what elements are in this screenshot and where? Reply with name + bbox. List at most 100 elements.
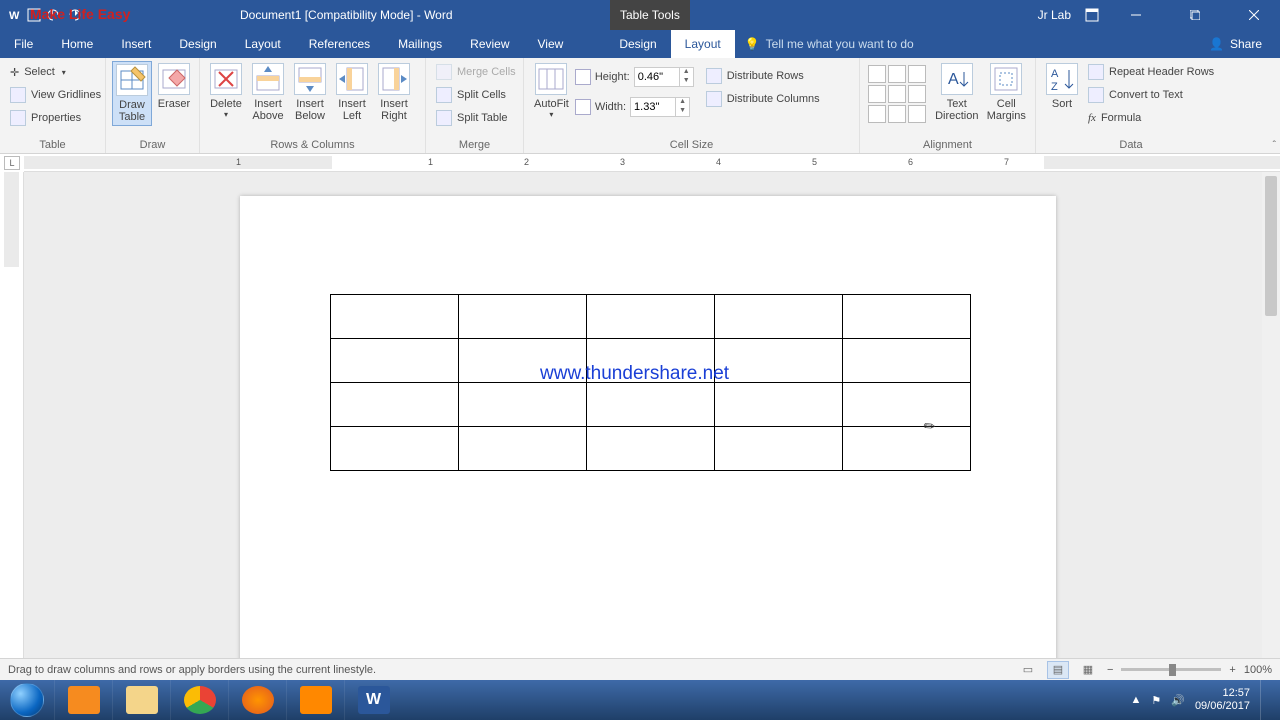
overlay-branding: Make Life Easy	[30, 6, 130, 22]
share-icon: 👤	[1209, 37, 1224, 51]
group-label-cellsize: Cell Size	[530, 138, 853, 153]
vertical-ruler[interactable]	[0, 172, 24, 680]
tab-view[interactable]: View	[524, 30, 578, 58]
split-table-icon	[436, 110, 452, 126]
show-desktop-button[interactable]	[1260, 680, 1274, 720]
tab-references[interactable]: References	[295, 30, 384, 58]
insert-left-button[interactable]: Insert Left	[332, 61, 372, 124]
align-bl[interactable]	[868, 105, 886, 123]
draw-table-button[interactable]: Draw Table	[112, 61, 152, 126]
scrollbar-thumb[interactable]	[1265, 176, 1277, 316]
zoom-level[interactable]: 100%	[1244, 664, 1272, 676]
repeat-header-rows-button[interactable]: Repeat Header Rows	[1084, 61, 1218, 83]
zoom-in-button[interactable]: +	[1229, 664, 1235, 676]
height-down[interactable]: ▼	[679, 77, 693, 86]
taskbar-mediaplayer[interactable]	[54, 680, 112, 720]
align-tr[interactable]	[908, 65, 926, 83]
tell-me-search[interactable]: 💡 Tell me what you want to do	[735, 30, 924, 58]
print-layout-button[interactable]: ▤	[1047, 661, 1069, 679]
sort-icon: AZ	[1046, 63, 1078, 95]
distribute-rows-button[interactable]: Distribute Rows	[702, 65, 824, 87]
taskbar-vlc[interactable]	[286, 680, 344, 720]
tab-file[interactable]: File	[0, 30, 47, 58]
align-tl[interactable]	[868, 65, 886, 83]
align-tc[interactable]	[888, 65, 906, 83]
tab-layout[interactable]: Layout	[231, 30, 295, 58]
taskbar-word[interactable]: W	[344, 680, 402, 720]
tab-home[interactable]: Home	[47, 30, 107, 58]
height-input[interactable]: ▲▼	[634, 67, 694, 87]
cell-margins-icon	[990, 63, 1022, 95]
vertical-scrollbar[interactable]	[1262, 172, 1280, 680]
share-button[interactable]: 👤 Share	[1191, 30, 1280, 58]
align-ml[interactable]	[868, 85, 886, 103]
tray-flag-icon[interactable]: ⚑	[1151, 694, 1161, 707]
page[interactable]: www.thundershare.net	[240, 196, 1056, 680]
document-canvas[interactable]: www.thundershare.net ✎	[24, 172, 1280, 680]
collapse-ribbon-button[interactable]: ˆ	[1273, 140, 1276, 151]
merge-cells-button[interactable]: Merge Cells	[432, 61, 520, 83]
taskbar-firefox[interactable]	[228, 680, 286, 720]
align-mr[interactable]	[908, 85, 926, 103]
formula-button[interactable]: fxFormula	[1084, 107, 1218, 129]
tray-volume-icon[interactable]: 🔊	[1171, 694, 1185, 707]
tab-mailings[interactable]: Mailings	[384, 30, 456, 58]
close-button[interactable]	[1231, 0, 1276, 30]
sort-button[interactable]: AZSort	[1042, 61, 1082, 112]
convert-to-text-button[interactable]: Convert to Text	[1084, 84, 1218, 106]
eraser-button[interactable]: Eraser	[154, 61, 194, 112]
distribute-columns-button[interactable]: Distribute Columns	[702, 88, 824, 110]
ribbon-display-icon[interactable]	[1085, 8, 1099, 22]
align-bc[interactable]	[888, 105, 906, 123]
insert-right-button[interactable]: Insert Right	[374, 61, 414, 124]
tray-up-icon[interactable]: ▲	[1130, 694, 1141, 706]
split-table-button[interactable]: Split Table	[432, 107, 520, 129]
maximize-button[interactable]	[1172, 0, 1217, 30]
zoom-slider-thumb[interactable]	[1169, 664, 1176, 676]
taskbar-chrome[interactable]	[170, 680, 228, 720]
split-cells-button[interactable]: Split Cells	[432, 84, 520, 106]
align-mc[interactable]	[888, 85, 906, 103]
zoom-slider[interactable]	[1121, 668, 1221, 671]
text-direction-button[interactable]: AText Direction	[932, 61, 982, 124]
word-icon: W	[6, 7, 22, 23]
width-down[interactable]: ▼	[675, 107, 689, 116]
tab-table-design[interactable]: Design	[605, 30, 670, 58]
status-bar: Drag to draw columns and rows or apply b…	[0, 658, 1280, 680]
insert-above-button[interactable]: Insert Above	[248, 61, 288, 124]
group-label-rowscols: Rows & Columns	[206, 138, 419, 153]
tab-insert[interactable]: Insert	[107, 30, 165, 58]
user-name[interactable]: Jr Lab	[1038, 8, 1071, 22]
select-button[interactable]: ✛Select▾	[6, 61, 105, 83]
height-up[interactable]: ▲	[679, 68, 693, 77]
horizontal-ruler[interactable]: 1 1 2 3 4 5 6 7	[24, 154, 1280, 172]
width-up[interactable]: ▲	[675, 98, 689, 107]
document-title: Document1 [Compatibility Mode] - Word	[240, 8, 453, 22]
insert-below-button[interactable]: Insert Below	[290, 61, 330, 124]
tray-clock[interactable]: 12:57 09/06/2017	[1195, 687, 1250, 713]
read-mode-button[interactable]: ▭	[1017, 661, 1039, 679]
cursor-icon: ✛	[10, 66, 19, 79]
start-button[interactable]	[0, 680, 54, 720]
width-input[interactable]: ▲▼	[630, 97, 690, 117]
text-direction-icon: A	[941, 63, 973, 95]
work-area: www.thundershare.net ✎	[0, 172, 1280, 680]
properties-button[interactable]: Properties	[6, 107, 105, 129]
taskbar-explorer[interactable]	[112, 680, 170, 720]
autofit-button[interactable]: AutoFit▾	[530, 61, 573, 121]
tab-review[interactable]: Review	[456, 30, 523, 58]
pencil-icon	[116, 64, 148, 96]
cell-margins-button[interactable]: Cell Margins	[984, 61, 1029, 124]
windows-logo-icon	[10, 683, 44, 717]
width-label: Width:	[595, 101, 626, 113]
group-label-alignment: Alignment	[866, 138, 1029, 153]
delete-button[interactable]: Delete▾	[206, 61, 246, 121]
view-gridlines-button[interactable]: View Gridlines	[6, 84, 105, 106]
align-br[interactable]	[908, 105, 926, 123]
zoom-out-button[interactable]: −	[1107, 664, 1113, 676]
minimize-button[interactable]	[1113, 0, 1158, 30]
web-layout-button[interactable]: ▦	[1077, 661, 1099, 679]
tab-selector[interactable]: L	[4, 156, 20, 170]
tab-design[interactable]: Design	[165, 30, 230, 58]
tab-table-layout[interactable]: Layout	[671, 30, 735, 58]
